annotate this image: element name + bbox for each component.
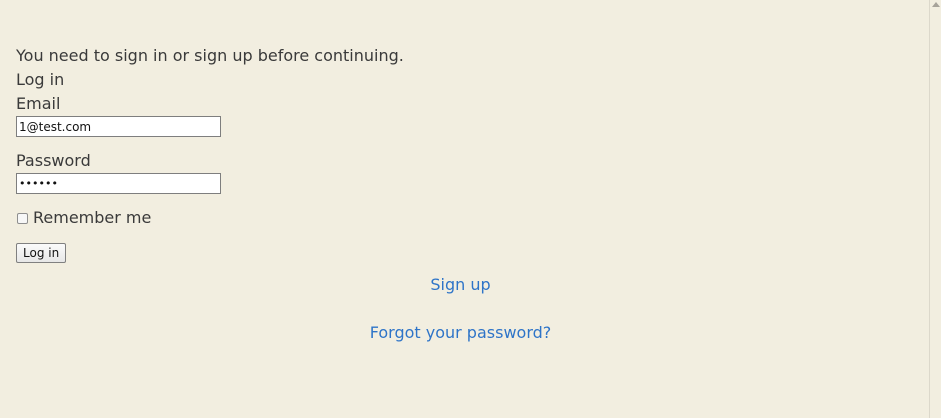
forgot-password-row: Forgot your password? bbox=[0, 321, 921, 369]
password-label: Password bbox=[16, 151, 91, 170]
sign-up-row: Sign up bbox=[0, 273, 921, 321]
vertical-scrollbar[interactable] bbox=[929, 0, 941, 418]
page: You need to sign in or sign up before co… bbox=[0, 0, 929, 418]
remember-me-row[interactable]: Remember me bbox=[16, 206, 916, 230]
remember-me-label: Remember me bbox=[33, 208, 152, 227]
login-form: Email Password Remember me Log in bbox=[16, 92, 916, 263]
auth-links: Sign up Forgot your password? bbox=[0, 273, 921, 369]
alert-message: You need to sign in or sign up before co… bbox=[16, 46, 404, 65]
forgot-password-link[interactable]: Forgot your password? bbox=[370, 321, 552, 345]
remember-me-checkbox[interactable] bbox=[17, 212, 28, 224]
sign-up-link[interactable]: Sign up bbox=[430, 273, 490, 297]
email-field[interactable] bbox=[16, 116, 221, 137]
page-title: Log in bbox=[16, 70, 65, 89]
password-field[interactable] bbox=[16, 173, 221, 194]
login-panel: You need to sign in or sign up before co… bbox=[16, 44, 916, 263]
email-label: Email bbox=[16, 94, 61, 113]
scroll-up-icon[interactable] bbox=[932, 2, 940, 7]
login-button[interactable]: Log in bbox=[16, 243, 67, 263]
